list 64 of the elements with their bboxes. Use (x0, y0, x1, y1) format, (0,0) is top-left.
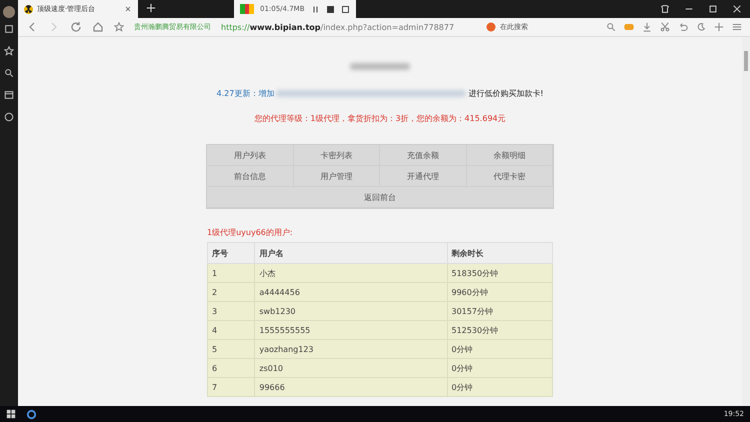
scissors-icon[interactable] (660, 22, 670, 32)
star-icon[interactable] (4, 46, 14, 56)
moon-icon[interactable] (696, 22, 706, 32)
table-cell: 0分钟 (447, 340, 552, 358)
table-cell: zs010 (254, 358, 447, 378)
notice-text: 4.27更新：增加 (216, 88, 274, 99)
table-cell: 30157分钟 (447, 302, 552, 320)
notice-text: 进行低价购买加款卡! (468, 88, 544, 99)
column-header: 剩余时长 (447, 242, 552, 264)
table-cell: 小杰 (254, 264, 447, 282)
recorder-icon (240, 4, 254, 14)
maximize-icon[interactable] (708, 4, 718, 14)
table-cell: 2 (208, 282, 255, 302)
close-icon[interactable] (124, 5, 132, 13)
menu-link[interactable]: 代理卡密 (466, 166, 553, 187)
menu-link[interactable]: 用户管理 (294, 166, 380, 187)
menu-link[interactable]: 开通代理 (380, 166, 466, 187)
menu-link[interactable]: 卡密列表 (294, 145, 380, 166)
add-icon[interactable] (714, 22, 724, 32)
shirt-icon[interactable] (660, 4, 670, 14)
table-cell: swb1230 (254, 302, 447, 320)
menu-link[interactable]: 前台信息 (207, 166, 294, 187)
window-icon[interactable] (4, 90, 14, 100)
menu-link[interactable]: 充值余额 (380, 145, 466, 166)
pause-icon[interactable] (310, 4, 320, 14)
table-cell: 1 (208, 264, 255, 282)
new-tab-icon[interactable] (146, 3, 156, 13)
search-engine-icon[interactable] (486, 22, 496, 32)
reload-icon[interactable] (70, 21, 82, 33)
start-icon[interactable] (6, 409, 16, 419)
table-cell: 6 (208, 358, 255, 378)
radiation-icon (24, 4, 33, 14)
table-cell: 512530分钟 (447, 320, 552, 340)
download-icon[interactable] (642, 22, 652, 32)
menu-link[interactable]: 余额明细 (466, 145, 553, 166)
table-cell: 0分钟 (447, 378, 552, 396)
table-cell: 99666 (254, 378, 447, 396)
column-header: 用户名 (254, 242, 447, 264)
back-link[interactable]: 返回前台 (207, 187, 553, 208)
table-cell: 4 (208, 320, 255, 340)
users-heading: 1级代理uyuy66的用户: (207, 227, 294, 238)
table-cell: 5 (208, 340, 255, 358)
table-cell: a4444456 (254, 282, 447, 302)
search-icon[interactable] (4, 68, 14, 78)
table-cell: 518350分钟 (447, 264, 552, 282)
home-icon[interactable] (92, 21, 104, 33)
table-cell: 7 (208, 378, 255, 396)
table-cell: 3 (208, 302, 255, 320)
table-cell: 1555555555 (254, 320, 447, 340)
scrollbar-thumb[interactable] (744, 51, 748, 71)
star-icon[interactable] (114, 22, 124, 32)
url-field[interactable]: https://www.bipian.top/index.php?action=admin778877 (221, 22, 454, 32)
menu-link[interactable]: 用户列表 (207, 145, 294, 166)
column-header: 序号 (208, 242, 255, 264)
blurred-text (350, 63, 410, 70)
browser-app-icon[interactable] (26, 408, 37, 420)
table-cell: 9960分钟 (447, 282, 552, 302)
stop-icon[interactable] (326, 4, 335, 14)
undo-icon[interactable] (678, 22, 688, 32)
avatar[interactable] (3, 6, 15, 18)
table-cell: yaozhang123 (254, 340, 447, 358)
table-cell: 0分钟 (447, 358, 552, 378)
menu-icon[interactable] (732, 22, 742, 32)
agent-info: 您的代理等级：1级代理，拿货折扣为：3折，您的余额为：415.694元 (254, 113, 506, 124)
